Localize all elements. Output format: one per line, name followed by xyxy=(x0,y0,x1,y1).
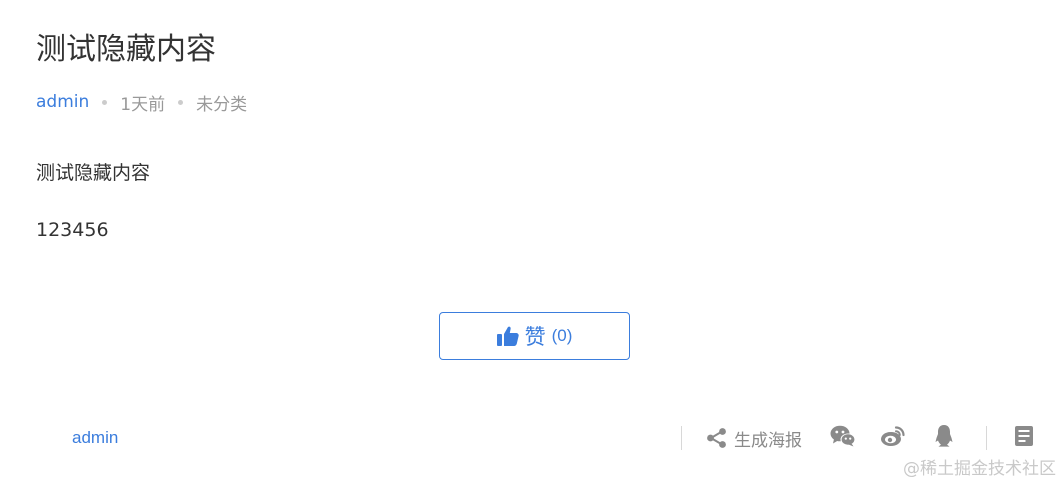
watermark-text: @稀土掘金技术社区 xyxy=(903,459,1056,479)
article-info-button[interactable] xyxy=(1011,425,1037,452)
meta-separator-dot xyxy=(102,99,108,105)
share-icon xyxy=(706,427,728,449)
qq-icon xyxy=(932,424,956,453)
generate-poster-label: 生成海报 xyxy=(734,430,802,451)
thumbs-up-icon xyxy=(496,326,519,346)
post-paragraph: 123456 xyxy=(36,219,109,241)
like-label: 赞 xyxy=(524,325,546,349)
qq-share-button[interactable] xyxy=(931,424,957,453)
weibo-icon xyxy=(880,425,906,452)
footer-author-link[interactable]: admin xyxy=(72,428,118,448)
generate-poster-button[interactable]: 生成海报 xyxy=(706,426,802,451)
like-count: (0) xyxy=(551,326,573,345)
post-time: 1天前 xyxy=(120,94,166,115)
weibo-share-button[interactable] xyxy=(880,425,906,452)
post-category[interactable]: 未分类 xyxy=(196,90,247,115)
footer-divider xyxy=(986,426,987,450)
footer-divider xyxy=(681,426,682,450)
meta-separator-dot xyxy=(178,99,184,105)
wechat-icon xyxy=(830,425,856,452)
wechat-share-button[interactable] xyxy=(830,425,856,452)
like-button[interactable]: 赞 (0) xyxy=(439,312,630,360)
post-page: 测试隐藏内容 admin 1天前 未分类 测试隐藏内容 123456 赞 (0)… xyxy=(0,0,1062,481)
post-title: 测试隐藏内容 xyxy=(36,32,216,67)
post-author-link[interactable]: admin xyxy=(36,92,89,112)
article-icon xyxy=(1014,425,1034,452)
post-meta: admin 1天前 未分类 xyxy=(36,90,247,115)
post-paragraph: 测试隐藏内容 xyxy=(36,162,151,184)
